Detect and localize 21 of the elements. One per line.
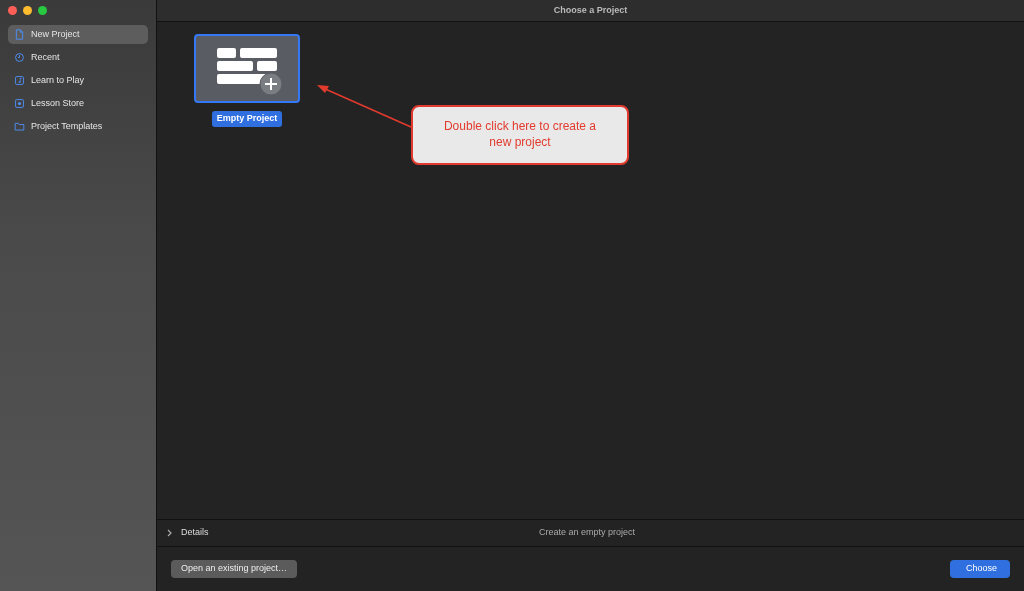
clock-icon (14, 52, 25, 63)
folder-icon (14, 121, 25, 132)
minimize-button[interactable] (23, 6, 32, 15)
sidebar-item[interactable]: Project Templates (8, 117, 148, 136)
chevron-icon (167, 529, 173, 537)
sidebar-item[interactable]: Learn to Play (8, 71, 148, 90)
callout-note: Double click here to create a new project (411, 105, 629, 165)
open-existing-button[interactable]: Open an existing project… (171, 560, 298, 578)
window-title: Choose a Project (553, 3, 628, 17)
tile-label: Empty Project (211, 111, 283, 127)
details-toggle[interactable]: Details (167, 526, 209, 540)
zoom-button[interactable] (38, 6, 47, 15)
sidebar-item[interactable]: Lesson Store (8, 94, 148, 113)
music-note-icon (14, 75, 25, 86)
details-description: Create an empty project (539, 526, 636, 540)
document-icon (14, 29, 25, 40)
sidebar-item[interactable]: Recent (8, 48, 148, 67)
close-button[interactable] (8, 6, 17, 15)
sidebar-item[interactable]: New Project (8, 25, 148, 44)
choose-button[interactable]: Choose (950, 560, 1010, 578)
project-tile[interactable] (194, 34, 300, 103)
